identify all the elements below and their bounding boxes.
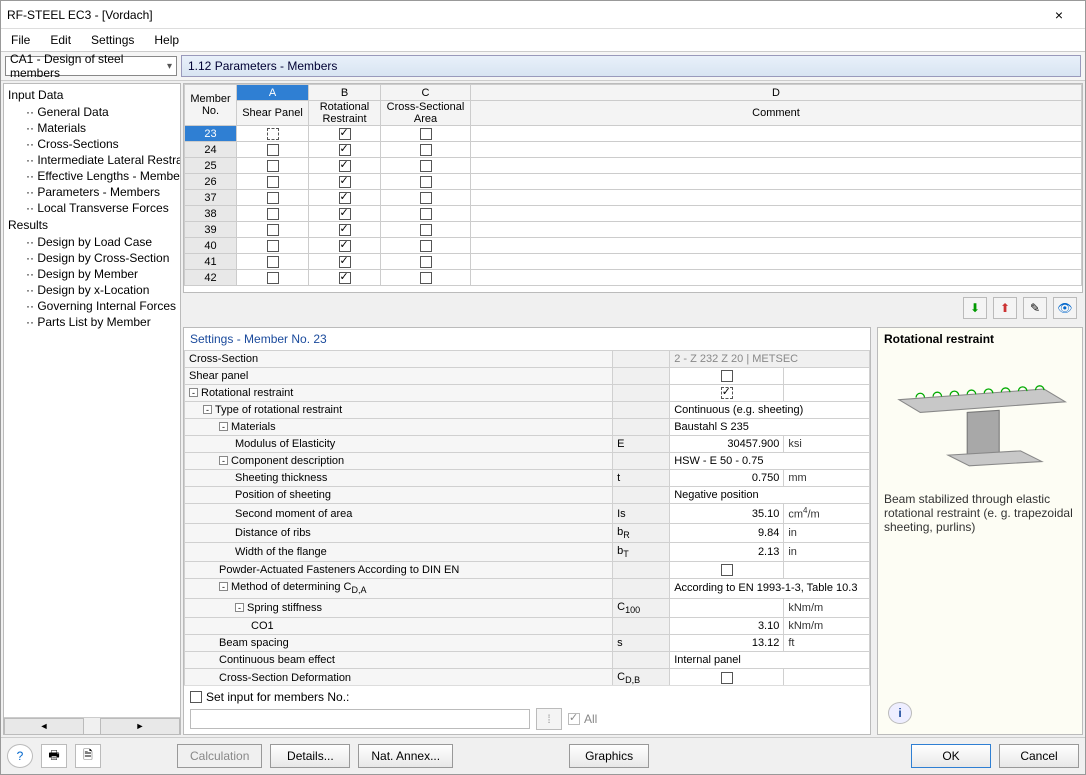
- tree-item[interactable]: ·· Intermediate Lateral Restraints: [6, 152, 178, 168]
- table-row[interactable]: 39: [185, 222, 1082, 238]
- tree-item[interactable]: ·· Design by Cross-Section: [6, 250, 178, 266]
- close-icon[interactable]: ×: [1039, 7, 1079, 23]
- tree-item[interactable]: ·· Parts List by Member: [6, 314, 178, 330]
- prop-row[interactable]: Cross-Section2 - Z 232 Z 20 | METSEC: [185, 351, 870, 368]
- import-icon[interactable]: ⬆: [993, 297, 1017, 319]
- tree-item[interactable]: ·· General Data: [6, 104, 178, 120]
- info-text: Beam stabilized through elastic rotation…: [884, 492, 1076, 534]
- info-icon[interactable]: i: [888, 702, 912, 724]
- tree-item[interactable]: ·· Effective Lengths - Members: [6, 168, 178, 184]
- prop-row[interactable]: -Component descriptionHSW - E 50 - 0.75: [185, 453, 870, 470]
- view-icon[interactable]: 👁: [1053, 297, 1077, 319]
- prop-row[interactable]: Second moment of areaIs35.10cm4/m: [185, 504, 870, 524]
- prop-row[interactable]: -Spring stiffnessC100kNm/m: [185, 598, 870, 617]
- prop-row[interactable]: Powder-Actuated Fasteners According to D…: [185, 562, 870, 579]
- members-grid[interactable]: Member No.ABCDShear PanelRotational Rest…: [183, 83, 1083, 293]
- table-row[interactable]: 41: [185, 254, 1082, 270]
- case-combo[interactable]: CA1 - Design of steel members ▾: [5, 56, 177, 76]
- table-row[interactable]: 23: [185, 126, 1082, 142]
- details-button[interactable]: Details...: [270, 744, 350, 768]
- prop-row[interactable]: Width of the flangebT2.13in: [185, 543, 870, 562]
- help-icon[interactable]: ?: [7, 744, 33, 768]
- prop-row[interactable]: -MaterialsBaustahl S 235: [185, 419, 870, 436]
- prop-row[interactable]: Continuous beam effectInternal panel: [185, 651, 870, 668]
- scroll-right-icon[interactable]: ►: [100, 718, 180, 735]
- info-title: Rotational restraint: [878, 328, 1082, 350]
- tree-input-data[interactable]: Input Data: [6, 86, 178, 104]
- table-row[interactable]: 40: [185, 238, 1082, 254]
- panel-title: 1.12 Parameters - Members: [181, 55, 1081, 77]
- menu-edit[interactable]: Edit: [46, 31, 75, 49]
- cancel-button[interactable]: Cancel: [999, 744, 1079, 768]
- app-window: RF-STEEL EC3 - [Vordach] × File Edit Set…: [0, 0, 1086, 775]
- export-excel-icon[interactable]: ⬇: [963, 297, 987, 319]
- table-row[interactable]: 38: [185, 206, 1082, 222]
- print-icon[interactable]: 🖶: [41, 744, 67, 768]
- sidebar-hscroll[interactable]: ◄ ►: [4, 717, 180, 734]
- tree-item[interactable]: ·· Design by x-Location: [6, 282, 178, 298]
- tree-item[interactable]: ·· Design by Load Case: [6, 234, 178, 250]
- table-row[interactable]: 25: [185, 158, 1082, 174]
- prop-row[interactable]: Position of sheetingNegative position: [185, 487, 870, 504]
- prop-row[interactable]: Cross-Section DeformationCD,B: [185, 668, 870, 685]
- prop-row[interactable]: Beam spacings13.12ft: [185, 634, 870, 651]
- set-input-field[interactable]: [190, 709, 530, 729]
- prop-row[interactable]: -Method of determining CD,AAccording to …: [185, 579, 870, 598]
- tree-item[interactable]: ·· Parameters - Members: [6, 184, 178, 200]
- beam-diagram: [884, 356, 1076, 486]
- set-input-checkbox[interactable]: Set input for members No.:: [190, 690, 349, 704]
- graphics-button[interactable]: Graphics: [569, 744, 649, 768]
- menubar: File Edit Settings Help: [1, 29, 1085, 52]
- settings-panel: Settings - Member No. 23 Cross-Section2 …: [183, 327, 871, 735]
- table-row[interactable]: 24: [185, 142, 1082, 158]
- window-title: RF-STEEL EC3 - [Vordach]: [7, 8, 1039, 22]
- prop-row[interactable]: -Type of rotational restraintContinuous …: [185, 402, 870, 419]
- tree-item[interactable]: ·· Governing Internal Forces by M: [6, 298, 178, 314]
- tree-results[interactable]: Results: [6, 216, 178, 234]
- table-row[interactable]: 37: [185, 190, 1082, 206]
- toolbar: CA1 - Design of steel members ▾ 1.12 Par…: [1, 52, 1085, 81]
- prop-row[interactable]: Modulus of ElasticityE30457.900ksi: [185, 436, 870, 453]
- scroll-left-icon[interactable]: ◄: [4, 718, 84, 735]
- pick-icon[interactable]: ✎: [1023, 297, 1047, 319]
- ok-button[interactable]: OK: [911, 744, 991, 768]
- nav-tree[interactable]: Input Data ·· General Data·· Materials··…: [3, 83, 181, 735]
- tree-item[interactable]: ·· Design by Member: [6, 266, 178, 282]
- table-row[interactable]: 26: [185, 174, 1082, 190]
- prop-row[interactable]: Shear panel: [185, 368, 870, 385]
- nat-annex-button[interactable]: Nat. Annex...: [358, 744, 453, 768]
- pick-members-button[interactable]: ⁞: [536, 708, 562, 730]
- prop-row[interactable]: -Rotational restraint: [185, 385, 870, 402]
- report-icon[interactable]: 🗎: [75, 744, 101, 768]
- info-panel: Rotational restraint Beam: [877, 327, 1083, 735]
- prop-row[interactable]: Sheeting thicknesst0.750mm: [185, 470, 870, 487]
- prop-row[interactable]: CO13.10kNm/m: [185, 617, 870, 634]
- menu-help[interactable]: Help: [150, 31, 183, 49]
- settings-title: Settings - Member No. 23: [184, 328, 870, 350]
- table-row[interactable]: 42: [185, 270, 1082, 286]
- tree-item[interactable]: ·· Local Transverse Forces: [6, 200, 178, 216]
- footer: ? 🖶 🗎 Calculation Details... Nat. Annex.…: [1, 737, 1085, 774]
- all-checkbox[interactable]: All: [568, 712, 597, 726]
- menu-file[interactable]: File: [7, 31, 34, 49]
- menu-settings[interactable]: Settings: [87, 31, 138, 49]
- chevron-down-icon: ▾: [167, 61, 172, 72]
- titlebar: RF-STEEL EC3 - [Vordach] ×: [1, 1, 1085, 29]
- calculation-button[interactable]: Calculation: [177, 744, 262, 768]
- case-combo-label: CA1 - Design of steel members: [10, 52, 167, 80]
- tree-item[interactable]: ·· Materials: [6, 120, 178, 136]
- tree-item[interactable]: ·· Cross-Sections: [6, 136, 178, 152]
- prop-row[interactable]: Distance of ribsbR9.84in: [185, 523, 870, 542]
